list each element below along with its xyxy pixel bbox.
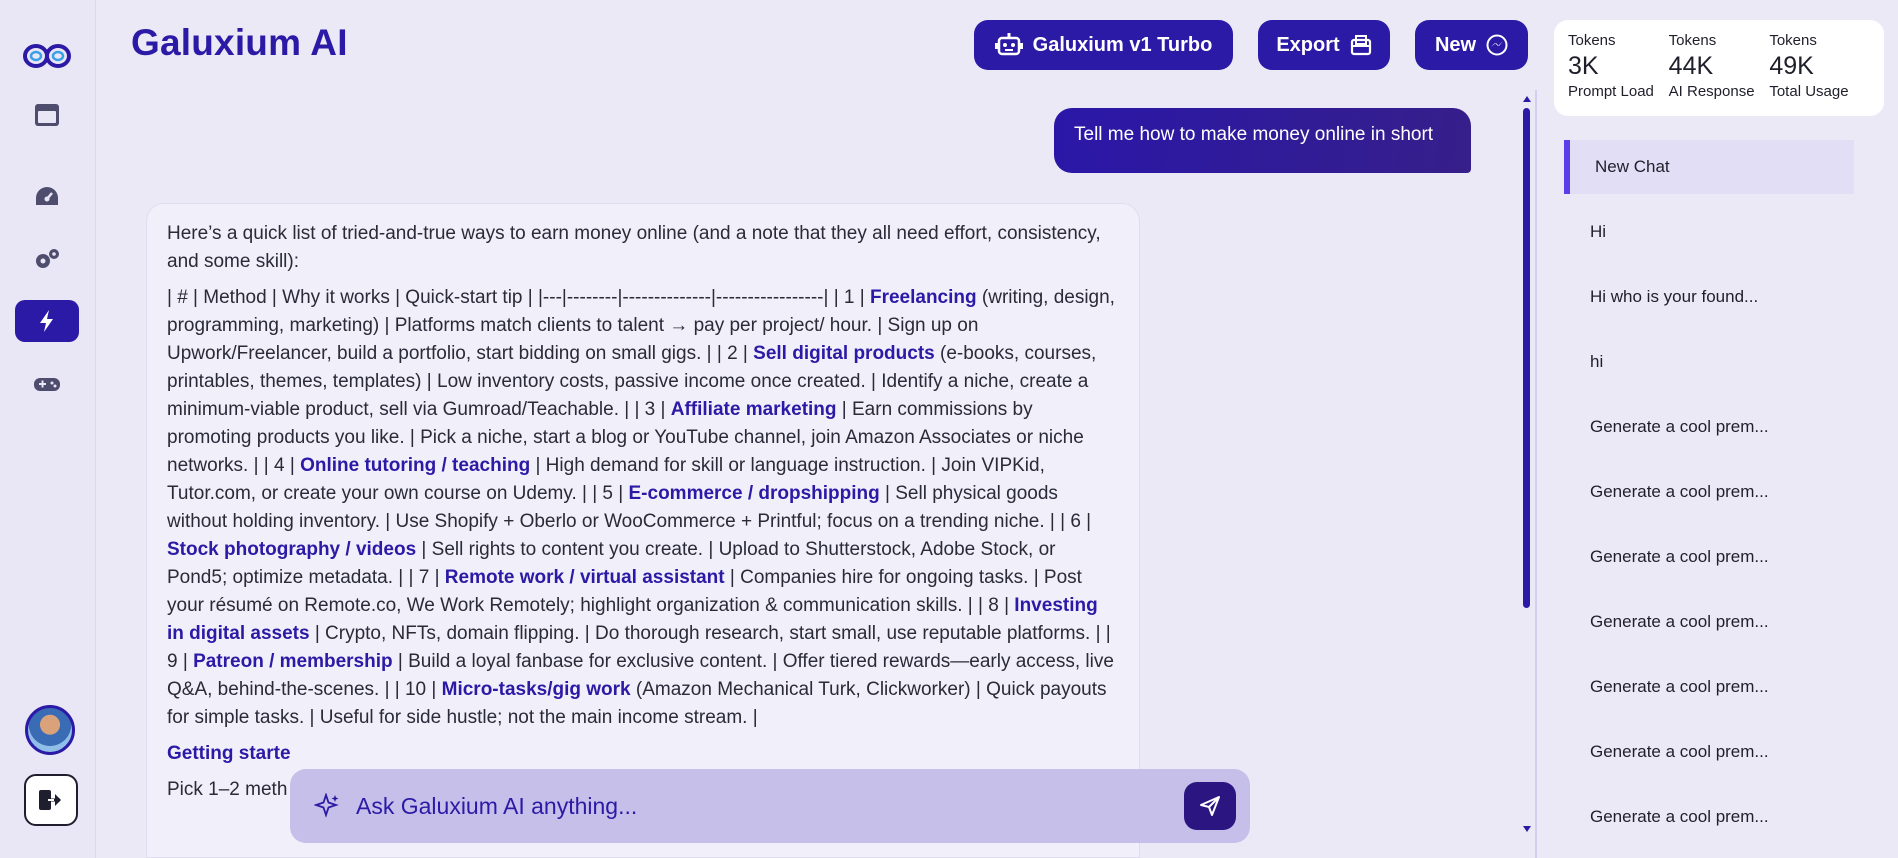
history-item[interactable]: Generate a cool prem... [1564, 595, 1854, 649]
export-button[interactable]: Export [1258, 20, 1390, 70]
chat-history-list: New Chat Hi Hi who is your found... hi G… [1564, 140, 1854, 855]
logout-icon [39, 790, 61, 810]
history-item[interactable]: Generate a cool prem... [1564, 790, 1854, 844]
table-header-text: | # | Method | Why it works | Quick-star… [167, 287, 870, 308]
method-name: Remote work / virtual assistant [444, 567, 725, 588]
token-label: Tokens [1568, 32, 1616, 49]
token-sublabel: Prompt Load [1568, 83, 1654, 100]
token-sublabel: AI Response [1668, 83, 1755, 100]
gamepad-icon[interactable] [15, 363, 79, 405]
method-name: Online tutoring / teaching [300, 455, 531, 476]
model-select-label: Galuxium v1 Turbo [1032, 33, 1213, 56]
left-rail [0, 0, 96, 858]
window-icon[interactable] [15, 94, 79, 136]
new-chat-label: New [1434, 33, 1477, 56]
panel-divider [1535, 90, 1537, 858]
model-select-button[interactable]: Galuxium v1 Turbo [974, 20, 1233, 70]
ai-message-bubble: Here’s a quick list of tried-and-true wa… [146, 203, 1140, 858]
token-sublabel: Total Usage [1769, 83, 1849, 100]
token-ai-response: Tokens 44K AI Response [1669, 32, 1770, 104]
robot-icon [994, 33, 1023, 56]
scroll-up-arrow[interactable] [1523, 96, 1531, 102]
scroll-down-arrow[interactable] [1523, 826, 1531, 832]
message-composer [290, 769, 1250, 843]
method-name: Stock photography / videos [167, 539, 417, 560]
method-name: Patreon / membership [193, 651, 393, 672]
new-chat-button[interactable]: New [1415, 20, 1528, 70]
scroll-thumb[interactable] [1523, 108, 1530, 608]
history-item[interactable]: Generate a cool prem... [1564, 400, 1854, 454]
app-title: Galuxium AI [131, 22, 348, 63]
token-label: Tokens [1668, 32, 1717, 49]
history-item[interactable]: Generate a cool prem... [1564, 530, 1854, 584]
token-value: 3K [1568, 52, 1599, 80]
ai-intro-text: Here’s a quick list of tried-and-true wa… [167, 223, 1101, 272]
method-name: Sell digital products [753, 343, 935, 364]
export-label: Export [1276, 33, 1340, 56]
infinity-logo-icon[interactable] [21, 38, 73, 74]
history-item[interactable]: Generate a cool prem... [1564, 660, 1854, 714]
dashboard-gauge-icon[interactable] [15, 175, 79, 217]
history-item[interactable]: hi [1564, 335, 1854, 389]
getting-started-heading: Getting starte [167, 743, 291, 764]
send-icon [1200, 796, 1220, 816]
token-label: Tokens [1769, 32, 1817, 49]
history-item[interactable]: Generate a cool prem... [1564, 465, 1854, 519]
chat-scrollbar[interactable] [1523, 92, 1531, 832]
ai-methods-table: | # | Method | Why it works | Quick-star… [167, 284, 1119, 732]
method-name: Freelancing [869, 287, 977, 308]
export-icon [1350, 35, 1371, 56]
user-message-bubble: Tell me how to make money online in shor… [1054, 108, 1471, 173]
token-value: 49K [1769, 52, 1814, 80]
history-item-new-chat[interactable]: New Chat [1564, 140, 1854, 194]
settings-gears-icon[interactable] [15, 238, 79, 280]
token-prompt-load: Tokens 3K Prompt Load [1568, 32, 1669, 104]
method-name: Micro-tasks/gig work [441, 679, 631, 700]
lightning-icon[interactable] [15, 300, 79, 342]
token-total-usage: Tokens 49K Total Usage [1769, 32, 1870, 104]
token-usage-panel: Tokens 3K Prompt Load Tokens 44K AI Resp… [1554, 20, 1884, 116]
method-name: Affiliate marketing [670, 399, 837, 420]
messenger-icon [1486, 34, 1508, 56]
message-input[interactable] [356, 792, 1184, 820]
token-value: 44K [1668, 52, 1714, 80]
logout-button[interactable] [24, 774, 78, 826]
history-item[interactable]: Hi [1564, 205, 1854, 259]
history-item[interactable]: Generate a cool prem... [1564, 725, 1854, 779]
sparkle-icon [314, 793, 339, 818]
history-item[interactable]: Hi who is your found... [1564, 270, 1854, 324]
send-button[interactable] [1184, 782, 1236, 830]
method-name: E-commerce / dropshipping [628, 483, 880, 504]
avatar[interactable] [25, 705, 75, 755]
